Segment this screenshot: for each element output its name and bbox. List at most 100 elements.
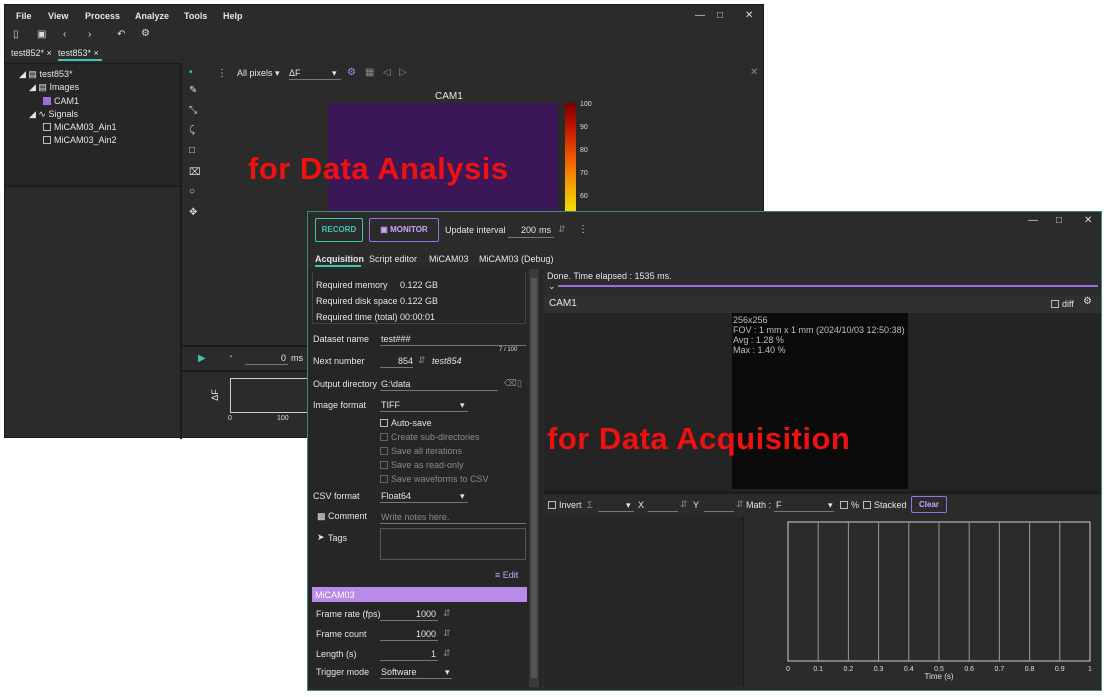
tree-images[interactable]: ◢ ▤ Images (29, 82, 79, 93)
next-number-input[interactable]: 854 (398, 356, 413, 366)
play-icon[interactable]: ▶ (198, 353, 206, 364)
trigger-mode-select[interactable]: Software (381, 667, 417, 677)
tab-test852[interactable]: test852* × (11, 48, 52, 58)
menu-view[interactable]: View (48, 11, 68, 21)
maximize-button[interactable]: □ (1056, 215, 1062, 226)
tree-root[interactable]: ◢ ▤ test853* (19, 69, 72, 80)
invert-checkbox[interactable] (548, 501, 556, 509)
tab-micam03[interactable]: MiCAM03 (429, 254, 469, 264)
auto-save-option[interactable]: Auto-save (380, 418, 432, 428)
undo-icon[interactable]: ↶ (117, 29, 125, 40)
rect-tool-icon[interactable]: □ (189, 145, 195, 156)
image-format-chevron-down-icon[interactable]: ▾ (460, 400, 465, 411)
read-only-option[interactable]: Save as read-only (380, 460, 464, 470)
trigger-chevron-down-icon[interactable]: ▾ (445, 667, 450, 678)
cam-settings-icon[interactable]: ⚙ (1083, 296, 1092, 307)
csv-format-select[interactable]: Float64 (381, 491, 411, 501)
close-button[interactable]: ✕ (745, 10, 753, 21)
menu-tools[interactable]: Tools (184, 11, 207, 21)
scrollbar-thumb[interactable] (531, 278, 537, 678)
monitor-button[interactable]: ▣ MONITOR (369, 218, 439, 242)
x-stepper[interactable]: ⇵ (680, 499, 688, 510)
line-tool-icon[interactable]: ⤡ (189, 105, 197, 116)
close-icon[interactable]: × (94, 48, 99, 58)
mode-dropdown-icon[interactable]: ▾ (332, 68, 337, 79)
create-subdirs-checkbox[interactable] (380, 433, 388, 441)
view-divider[interactable] (544, 491, 1101, 494)
next-number-stepper[interactable]: ⇵ (418, 355, 426, 366)
update-interval-input[interactable]: 200 (521, 225, 536, 235)
more-options-icon[interactable]: ⋮ (578, 224, 588, 235)
gear-icon[interactable]: ⚙ (141, 28, 150, 39)
minimize-button[interactable]: — (695, 10, 705, 21)
waveforms-csv-checkbox[interactable] (380, 475, 388, 483)
ellipse-tool-icon[interactable]: ⌧ (189, 167, 201, 178)
tree-cam1[interactable]: CAM1 (43, 96, 79, 106)
length-input[interactable]: 1 (431, 649, 436, 659)
tree-signal-ain2[interactable]: MiCAM03_Ain2 (43, 135, 117, 145)
folder-icon[interactable]: ▯ (517, 378, 522, 389)
clear-button[interactable]: Clear (911, 496, 947, 513)
cam1-checkbox[interactable] (43, 97, 51, 105)
math-select[interactable]: F (776, 500, 782, 510)
close-view-icon[interactable]: ✕ (750, 67, 758, 78)
prev-icon[interactable]: ◁ (383, 67, 391, 78)
record-button[interactable]: RECORD (315, 218, 363, 242)
forward-icon[interactable]: › (88, 29, 91, 40)
tab-script-editor[interactable]: Script editor (369, 254, 417, 264)
invert-option[interactable]: Invert (548, 500, 582, 510)
math-dropdown-icon[interactable]: ▾ (828, 500, 833, 511)
tab-test853[interactable]: test853* × (58, 48, 99, 58)
pencil-tool-icon[interactable]: ✎ (189, 85, 197, 96)
ain1-checkbox[interactable] (43, 123, 51, 131)
menu-file[interactable]: File (16, 11, 32, 21)
image-format-select[interactable]: TIFF (381, 400, 400, 410)
y-stepper[interactable]: ⇵ (736, 499, 744, 510)
open-folder-icon[interactable]: ▯ (13, 29, 19, 40)
pixels-select[interactable]: All pixels ▾ (237, 68, 280, 79)
x-input[interactable] (648, 511, 678, 512)
close-button[interactable]: ✕ (1084, 215, 1092, 226)
save-iterations-option[interactable]: Save all iterations (380, 446, 462, 456)
tab-micam03-debug[interactable]: MiCAM03 (Debug) (479, 254, 554, 264)
interval-stepper[interactable]: ⇵ (558, 224, 566, 235)
clear-dir-icon[interactable]: ⌫ (504, 378, 517, 389)
dataset-name-input[interactable]: test### (381, 334, 411, 344)
vertical-divider[interactable] (180, 63, 182, 439)
menu-analyze[interactable]: Analyze (135, 11, 169, 21)
playback-value[interactable]: 0 (281, 353, 286, 363)
diff-checkbox[interactable] (1051, 300, 1059, 308)
back-icon[interactable]: ‹ (63, 29, 66, 40)
maximize-button[interactable]: □ (717, 10, 723, 21)
frame-rate-stepper[interactable]: ⇵ (443, 608, 451, 619)
close-icon[interactable]: × (47, 48, 52, 58)
minimize-button[interactable]: — (1028, 215, 1038, 226)
output-dir-input[interactable]: G:\data (381, 379, 411, 389)
sigma-dropdown-icon[interactable]: ▾ (626, 500, 631, 511)
histogram-icon[interactable]: ▦ (365, 67, 374, 78)
frame-rate-input[interactable]: 1000 (416, 609, 436, 619)
frame-count-stepper[interactable]: ⇵ (443, 628, 451, 639)
move-tool-icon[interactable]: ✥ (189, 207, 197, 218)
ain2-checkbox[interactable] (43, 136, 51, 144)
stacked-checkbox[interactable] (863, 501, 871, 509)
next-icon[interactable]: ▷ (399, 67, 407, 78)
polyline-tool-icon[interactable]: ⤹ (189, 125, 195, 136)
read-only-checkbox[interactable] (380, 461, 388, 469)
dot-tool-icon[interactable]: • (189, 67, 193, 78)
menu-process[interactable]: Process (85, 11, 120, 21)
save-icon[interactable]: ▣ (37, 29, 46, 40)
length-stepper[interactable]: ⇵ (443, 648, 451, 659)
tags-input[interactable] (380, 528, 526, 560)
waveforms-csv-option[interactable]: Save waveforms to CSV (380, 474, 489, 484)
more-icon[interactable]: ⋮ (217, 68, 227, 79)
stacked-option[interactable]: Stacked (863, 500, 907, 510)
csv-format-chevron-down-icon[interactable]: ▾ (460, 491, 465, 502)
status-chevron-down-icon[interactable]: ⌄ (548, 281, 556, 292)
settings-icon[interactable]: ⚙ (347, 67, 356, 78)
circle-tool-icon[interactable]: ○ (189, 186, 195, 197)
mode-select[interactable]: ΔF (289, 68, 301, 78)
menu-help[interactable]: Help (223, 11, 243, 21)
percent-option[interactable]: % (840, 500, 859, 510)
comment-input[interactable]: Write notes here. (381, 512, 449, 522)
